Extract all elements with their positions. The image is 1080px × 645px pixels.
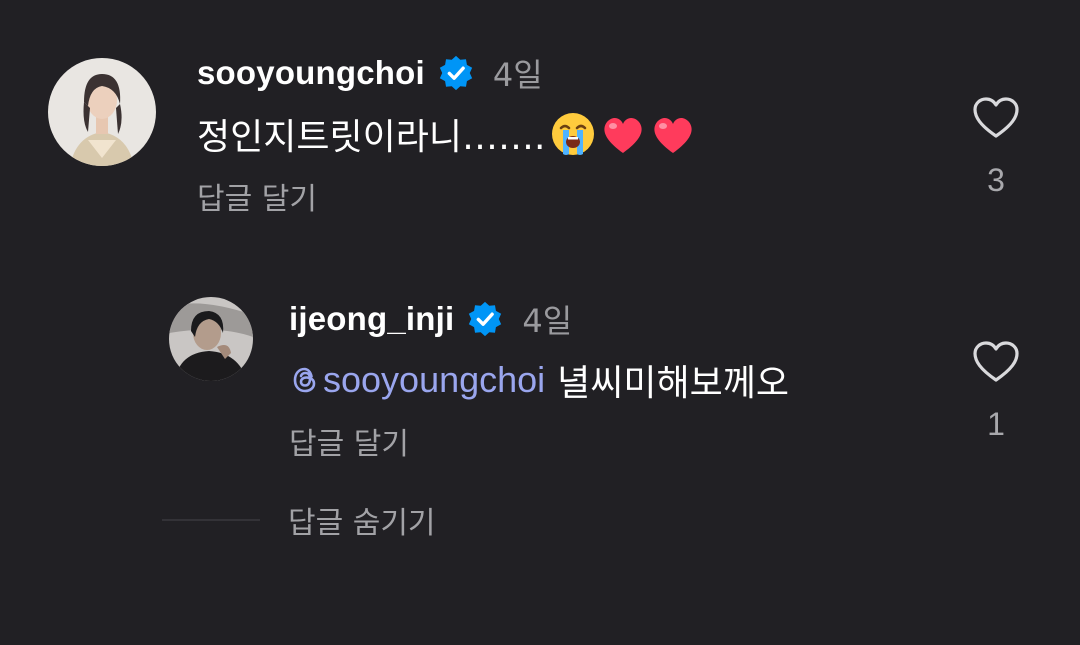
hide-replies-button[interactable]: 답글 숨기기	[288, 498, 436, 542]
threads-icon	[289, 364, 321, 396]
like-count: 1	[987, 406, 1005, 442]
heart-icon[interactable]	[972, 340, 1020, 384]
verified-badge-icon	[466, 300, 504, 338]
hide-replies-row: 답글 숨기기	[162, 498, 436, 542]
mention-username: sooyoungchoi	[323, 359, 546, 400]
timestamp: 4일	[492, 56, 543, 94]
username[interactable]: sooyoungchoi	[197, 54, 425, 92]
comment-text: 녈씨미해보께오	[557, 363, 790, 404]
like-column: 3	[966, 96, 1026, 199]
like-count: 3	[987, 162, 1005, 198]
verified-badge-icon	[437, 54, 475, 92]
comment-text-row: 정인지트릿이라니…….	[197, 108, 697, 160]
avatar[interactable]	[169, 297, 253, 381]
loudly-crying-face-icon	[549, 110, 597, 158]
username[interactable]: ijeong_inji	[289, 300, 454, 338]
heart-icon[interactable]	[972, 96, 1020, 140]
divider-line	[162, 519, 260, 521]
timestamp: 4일	[522, 302, 573, 340]
red-heart-icon	[599, 110, 647, 158]
reply-button[interactable]: 답글 달기	[289, 419, 409, 463]
red-heart-icon	[649, 110, 697, 158]
comment-text-row: sooyoungchoi 녈씨미해보께오	[289, 354, 789, 406]
reply-button[interactable]: 답글 달기	[197, 174, 317, 218]
like-column: 1	[966, 340, 1026, 443]
mention-link[interactable]: sooyoungchoi	[289, 359, 545, 401]
avatar[interactable]	[48, 58, 156, 166]
comment-text: 정인지트릿이라니…….	[197, 117, 546, 158]
